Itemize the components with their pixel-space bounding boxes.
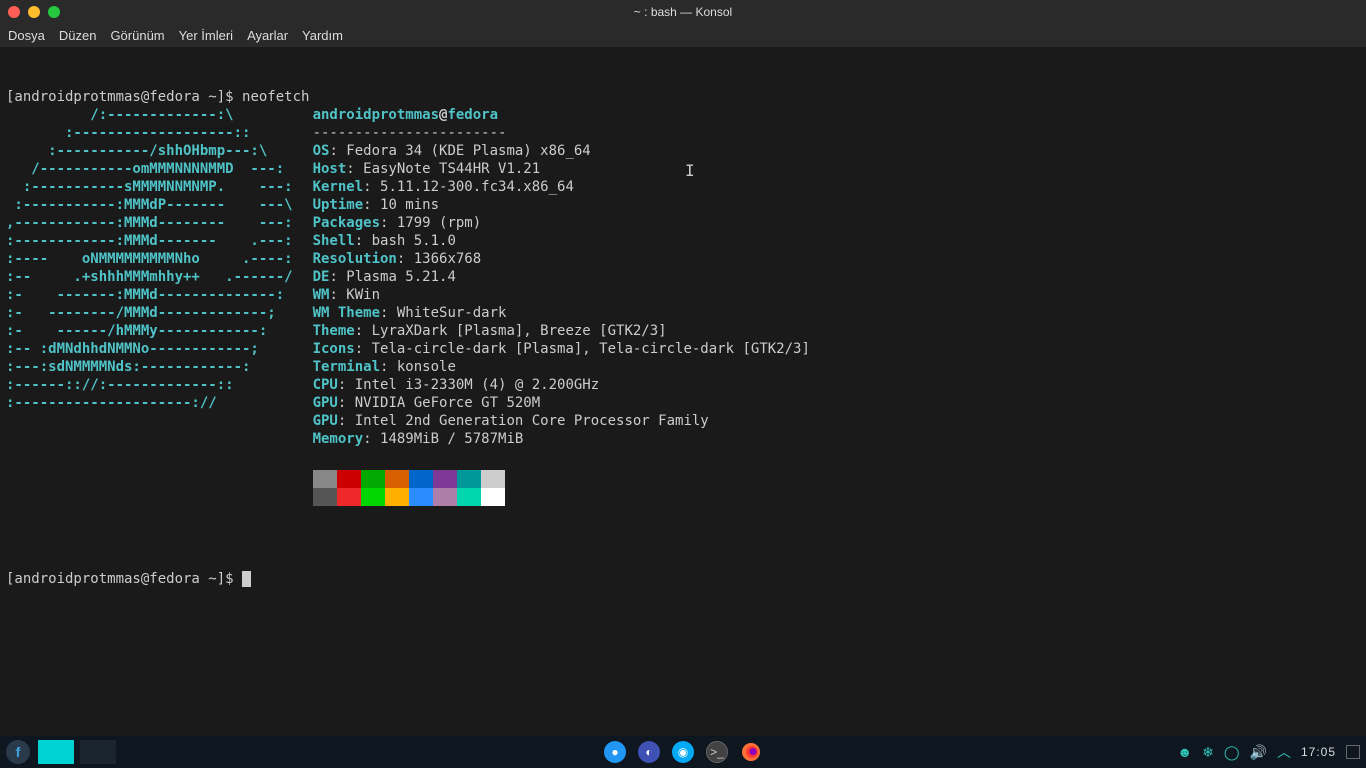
system-info: androidprotmmas@fedora -----------------…: [313, 106, 810, 506]
menubar: Dosya Düzen Görünüm Yer İmleri Ayarlar Y…: [0, 24, 1366, 48]
color-swatch: [385, 488, 409, 506]
start-menu-button[interactable]: f: [6, 740, 30, 764]
prompt-line-2: [androidprotmmas@fedora ~]$: [6, 571, 242, 587]
menu-bookmarks[interactable]: Yer İmleri: [179, 28, 233, 43]
maximize-icon[interactable]: [48, 6, 60, 18]
color-palette-row1: [313, 470, 810, 488]
color-swatch: [409, 470, 433, 488]
ascii-logo: /:-------------:\ :-------------------::…: [6, 106, 293, 506]
color-swatch: [313, 488, 337, 506]
menu-settings[interactable]: Ayarlar: [247, 28, 288, 43]
minimize-icon[interactable]: [28, 6, 40, 18]
terminal-output[interactable]: I [androidprotmmas@fedora ~]$ neofetch /…: [0, 48, 1366, 736]
color-swatch: [409, 488, 433, 506]
clock[interactable]: 17:05: [1301, 745, 1336, 759]
app-launcher-1[interactable]: ●: [604, 741, 626, 763]
color-swatch: [457, 488, 481, 506]
color-swatch: [337, 488, 361, 506]
menu-edit[interactable]: Düzen: [59, 28, 97, 43]
window-title: ~ : bash — Konsol: [634, 5, 732, 19]
taskbar: f ● ◐ ◉ >_ ☻ ❄ ◯ 🔊 ︿ 17:05: [0, 736, 1366, 768]
color-swatch: [385, 470, 409, 488]
window-controls: [8, 6, 60, 18]
color-swatch: [481, 470, 505, 488]
show-desktop-button[interactable]: [1346, 745, 1360, 759]
app-launcher-2[interactable]: ◐: [638, 741, 660, 763]
menu-help[interactable]: Yardım: [302, 28, 343, 43]
network-icon[interactable]: ◯: [1224, 744, 1240, 761]
taskbar-left: f: [6, 740, 116, 764]
terminal-cursor: [242, 571, 251, 587]
app-firefox[interactable]: [740, 741, 762, 763]
neofetch-output: /:-------------:\ :-------------------::…: [6, 106, 1360, 506]
menu-file[interactable]: Dosya: [8, 28, 45, 43]
color-palette-row2: [313, 488, 810, 506]
volume-icon[interactable]: 🔊: [1250, 744, 1267, 761]
color-swatch: [481, 488, 505, 506]
color-swatch: [361, 470, 385, 488]
tray-icon-1[interactable]: ☻: [1177, 744, 1192, 760]
taskbar-center: ● ◐ ◉ >_: [604, 741, 762, 763]
app-konsole[interactable]: >_: [706, 741, 728, 763]
prompt-line-1: [androidprotmmas@fedora ~]$ neofetch: [6, 89, 309, 105]
chevron-up-icon[interactable]: ︿: [1277, 742, 1291, 762]
tray-icon-2[interactable]: ❄: [1202, 744, 1214, 761]
color-swatch: [337, 470, 361, 488]
close-icon[interactable]: [8, 6, 20, 18]
color-swatch: [457, 470, 481, 488]
app-launcher-3[interactable]: ◉: [672, 741, 694, 763]
color-swatch: [361, 488, 385, 506]
task-active-window[interactable]: [38, 740, 74, 764]
text-cursor-icon: I: [685, 162, 695, 180]
firefox-icon: [741, 742, 761, 762]
color-swatch: [433, 470, 457, 488]
window-titlebar: ~ : bash — Konsol: [0, 0, 1366, 24]
color-swatch: [313, 470, 337, 488]
fedora-logo-icon: f: [16, 744, 21, 760]
task-virtual-desktop[interactable]: [80, 740, 116, 764]
system-tray: ☻ ❄ ◯ 🔊 ︿ 17:05: [1177, 742, 1360, 762]
color-swatch: [433, 488, 457, 506]
menu-view[interactable]: Görünüm: [110, 28, 164, 43]
